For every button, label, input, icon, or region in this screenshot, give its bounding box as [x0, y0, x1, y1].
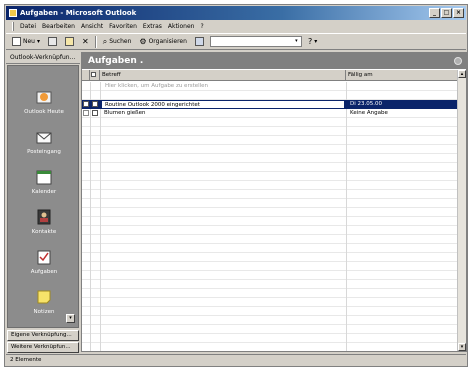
print-button[interactable] [46, 35, 59, 48]
standard-toolbar: Neu ▾ ✕ ⌕ Suchen ⚙ Organisieren ▾ ? ▾ [6, 33, 466, 50]
delete-icon: ✕ [82, 37, 89, 46]
help-button[interactable]: ? ▾ [306, 35, 319, 48]
task-subject[interactable]: Blumen gießen [101, 109, 345, 118]
nav-item-label: Posteingang [27, 149, 61, 155]
new-task-row[interactable]: Hier klicken, um Aufgabe zu erstellen [82, 82, 458, 91]
task-due-date[interactable]: Di 23.05.00 [347, 100, 447, 109]
nav-item-label: Notizen [33, 309, 55, 315]
outlook-app-icon [9, 9, 17, 17]
nav-item-outlook-today[interactable]: Outlook Heute [8, 88, 80, 115]
folder-banner-icon [454, 57, 462, 65]
nav-item-label: Outlook Heute [24, 109, 64, 115]
task-list-pane: Aufgaben . Betreff Fällig am Hier klicke… [81, 52, 467, 352]
tasks-icon [35, 248, 53, 266]
task-icon [83, 110, 89, 116]
task-row[interactable]: Blumen gießen Keine Angabe [82, 109, 458, 118]
folder-title: Aufgaben . [88, 56, 144, 66]
search-button-label: Suchen [109, 38, 132, 45]
close-button[interactable]: × [453, 8, 464, 18]
checkbox-icon [91, 72, 96, 77]
menu-actions[interactable]: Aktionen [168, 21, 195, 32]
task-complete-checkbox[interactable] [92, 110, 98, 116]
view-button[interactable] [193, 35, 206, 48]
nav-scroll-down-button[interactable]: ▾ [66, 314, 75, 323]
move-to-folder-button[interactable] [63, 35, 76, 48]
new-task-icon [12, 37, 21, 46]
print-icon [48, 37, 57, 46]
outlook-window: Aufgaben - Microsoft Outlook _ □ × Datei… [4, 4, 468, 367]
new-button-label: Neu [23, 38, 35, 45]
inbox-icon [35, 128, 53, 146]
nav-item-inbox[interactable]: Posteingang [8, 128, 80, 155]
task-complete-checkbox[interactable] [92, 101, 98, 107]
nav-item-label: Kontakte [31, 229, 57, 235]
column-header-complete[interactable] [90, 70, 100, 81]
delete-button[interactable]: ✕ [80, 35, 91, 48]
organize-icon: ⚙ [139, 37, 147, 46]
title-bar[interactable]: Aufgaben - Microsoft Outlook _ □ × [6, 6, 466, 20]
column-header-due[interactable]: Fällig am [346, 70, 458, 81]
task-icon [83, 101, 89, 107]
menu-bar: Datei Bearbeiten Ansicht Favoriten Extra… [6, 21, 466, 32]
chevron-down-icon[interactable]: ▾ [37, 38, 40, 45]
new-task-placeholder[interactable]: Hier klicken, um Aufgabe zu erstellen [102, 82, 342, 91]
task-grid: Hier klicken, um Aufgabe zu erstellen Ro… [82, 82, 458, 351]
outlook-bar: Outlook-Verknüpfun... Outlook Heute Post… [6, 52, 80, 365]
help-icon: ? [307, 37, 313, 46]
grid-divider [346, 82, 347, 351]
status-bar: 2 Elemente [6, 354, 466, 365]
outlook-bar-header[interactable]: Outlook-Verknüpfun... [6, 52, 80, 64]
window-controls: _ □ × [429, 8, 464, 18]
grid-divider [100, 82, 101, 351]
organize-button[interactable]: ⚙ Organisieren [137, 35, 189, 48]
column-header-icon[interactable] [82, 70, 90, 81]
task-row[interactable]: Routine Outlook 2000 eingerichtet Di 23.… [82, 100, 458, 109]
nav-group-own-shortcuts[interactable]: Eigene Verknüpfung... [7, 330, 79, 341]
contacts-icon [35, 208, 53, 226]
scroll-up-button[interactable]: ▴ [458, 70, 466, 78]
menu-help[interactable]: ? [200, 21, 203, 32]
task-due-date[interactable]: Keine Angabe [347, 109, 447, 118]
notes-icon [35, 288, 53, 306]
outlook-shortcuts-group: Outlook Heute Posteingang Kalender Konta… [7, 65, 79, 328]
minimize-button[interactable]: _ [429, 8, 440, 18]
folder-icon [65, 37, 74, 46]
column-header-row: Betreff Fällig am [82, 70, 458, 81]
menu-view[interactable]: Ansicht [81, 21, 103, 32]
menu-tools[interactable]: Extras [143, 21, 162, 32]
address-combo[interactable]: ▾ [209, 36, 302, 47]
search-icon: ⌕ [102, 36, 108, 46]
menu-grip[interactable] [12, 22, 14, 31]
nav-item-label: Kalender [31, 189, 57, 195]
task-subject[interactable]: Routine Outlook 2000 eingerichtet [101, 100, 345, 109]
nav-group-other-shortcuts[interactable]: Weitere Verknüpfun... [7, 342, 79, 353]
search-button[interactable]: ⌕ Suchen [101, 35, 134, 48]
nav-item-contacts[interactable]: Kontakte [8, 208, 80, 235]
vertical-scrollbar[interactable]: ▴ ▾ [457, 70, 466, 351]
window-title: Aufgaben - Microsoft Outlook [20, 9, 137, 17]
menu-file[interactable]: Datei [20, 21, 36, 32]
nav-item-tasks[interactable]: Aufgaben [8, 248, 80, 275]
chevron-down-icon[interactable]: ▾ [314, 38, 317, 45]
nav-item-label: Aufgaben [30, 269, 58, 275]
folder-banner: Aufgaben . [82, 53, 466, 69]
column-header-subject[interactable]: Betreff [100, 70, 346, 81]
organize-button-label: Organisieren [148, 38, 187, 45]
view-icon [194, 37, 204, 46]
calendar-icon [35, 168, 53, 186]
maximize-button[interactable]: □ [441, 8, 452, 18]
scroll-down-button[interactable]: ▾ [458, 343, 466, 351]
menu-favorites[interactable]: Favoriten [109, 21, 137, 32]
outlook-today-icon [35, 88, 53, 106]
toolbar-separator [94, 35, 97, 48]
new-button[interactable]: Neu ▾ [10, 35, 42, 48]
chevron-down-icon[interactable]: ▾ [293, 38, 300, 45]
nav-item-calendar[interactable]: Kalender [8, 168, 80, 195]
grid-divider [90, 82, 91, 351]
item-count: 2 Elemente [10, 357, 42, 363]
menu-edit[interactable]: Bearbeiten [42, 21, 75, 32]
nav-item-notes[interactable]: Notizen [8, 288, 80, 315]
